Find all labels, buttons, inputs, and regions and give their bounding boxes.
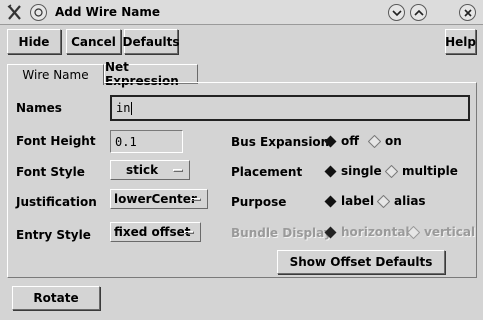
defaults-button[interactable]: Defaults [123, 29, 179, 54]
purpose-label-radio[interactable]: label [324, 194, 374, 208]
tab-net-expression[interactable]: Net Expression [104, 60, 198, 88]
entry-style-select[interactable]: fixed offset [110, 222, 201, 242]
placement-single-radio[interactable]: single [324, 164, 382, 178]
radio-unselected-icon [368, 134, 381, 148]
dropdown-indicator-icon [184, 231, 194, 234]
placement-multiple-radio[interactable]: multiple [385, 164, 458, 178]
radio-label: label [341, 194, 375, 208]
window-title: Add Wire Name [55, 5, 161, 19]
dropdown-indicator-icon [191, 198, 201, 201]
font-style-label: Font Style [16, 165, 85, 179]
purpose-label: Purpose [231, 195, 287, 209]
font-height-input[interactable]: 0.1 [110, 130, 183, 153]
show-offset-defaults-button[interactable]: Show Offset Defaults [277, 250, 445, 274]
help-button[interactable]: Help [445, 29, 476, 54]
text-cursor [131, 101, 133, 115]
purpose-alias-radio[interactable]: alias [377, 194, 426, 208]
justification-value: lowerCenter [114, 192, 197, 206]
placement-label: Placement [231, 165, 303, 179]
rotate-button[interactable]: Rotate [12, 286, 100, 310]
radio-label: vertical [424, 225, 476, 239]
bus-expansion-on-radio[interactable]: on [368, 134, 402, 148]
minimize-icon[interactable] [388, 4, 405, 21]
dropdown-indicator-icon [173, 169, 183, 172]
radio-unselected-icon [377, 194, 390, 208]
radio-label: horizontal [341, 225, 410, 239]
font-style-select[interactable]: stick [110, 160, 190, 180]
radio-selected-icon [324, 135, 337, 147]
close-icon[interactable] [459, 4, 476, 21]
radio-label: alias [394, 194, 426, 208]
tab-wire-name[interactable]: Wire Name [7, 64, 104, 85]
window-options-icon[interactable] [30, 4, 47, 21]
radio-selected-icon [324, 226, 337, 238]
cancel-button[interactable]: Cancel [66, 29, 121, 54]
hide-button[interactable]: Hide [7, 29, 61, 54]
font-height-label: Font Height [16, 134, 96, 148]
radio-label: on [385, 134, 402, 148]
names-value: in [116, 101, 131, 115]
bundle-display-vertical-radio: vertical [407, 225, 475, 239]
radio-unselected-icon [407, 225, 420, 239]
radio-selected-icon [324, 195, 337, 207]
names-input[interactable]: in [110, 95, 470, 121]
entry-style-label: Entry Style [16, 228, 91, 242]
radio-label: multiple [402, 164, 458, 178]
font-style-value: stick [126, 163, 159, 177]
window-menu-icon[interactable] [6, 4, 23, 21]
justification-select[interactable]: lowerCenter [110, 189, 208, 209]
names-label: Names [16, 101, 62, 115]
bus-expansion-label: Bus Expansion [231, 135, 330, 149]
radio-selected-icon [324, 165, 337, 177]
radio-label: off [341, 134, 359, 148]
title-bar: Add Wire Name [0, 0, 483, 25]
bundle-display-label: Bundle Display [231, 226, 332, 240]
radio-unselected-icon [385, 164, 398, 178]
bus-expansion-off-radio[interactable]: off [324, 134, 359, 148]
font-height-value: 0.1 [115, 134, 137, 149]
bundle-display-horizontal-radio: horizontal [324, 225, 410, 239]
entry-style-value: fixed offset [114, 225, 191, 239]
radio-label: single [341, 164, 382, 178]
justification-label: Justification [16, 195, 97, 209]
maximize-icon[interactable] [410, 4, 427, 21]
